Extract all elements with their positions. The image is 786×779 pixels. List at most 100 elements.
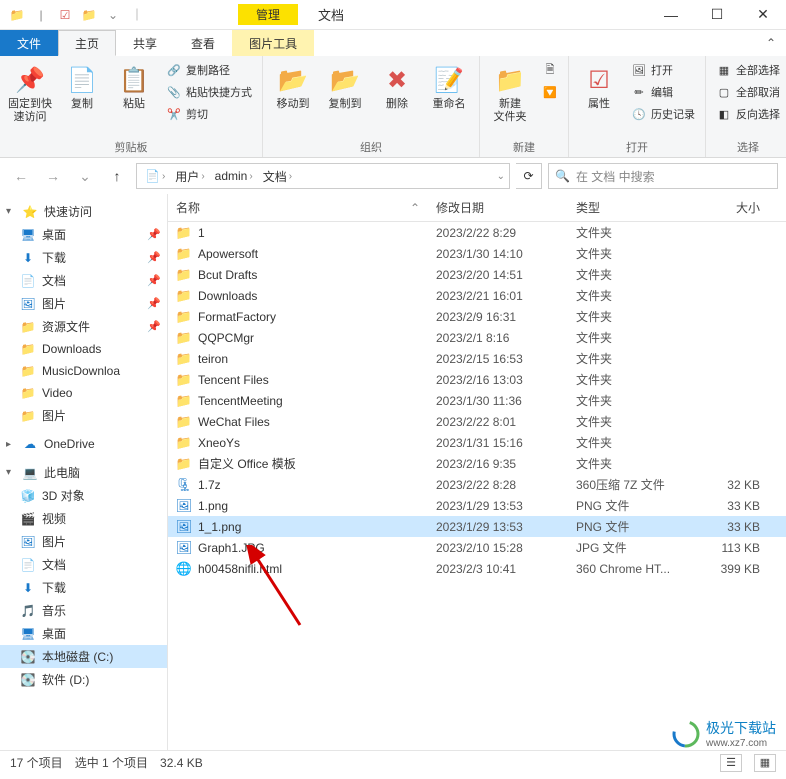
file-row[interactable]: 📁Apowersoft2023/1/30 14:10文件夹 bbox=[168, 243, 786, 264]
file-row[interactable]: 🌐h00458nifli.html2023/2/3 10:41360 Chrom… bbox=[168, 558, 786, 579]
group-label-clipboard: 剪贴板 bbox=[6, 137, 256, 155]
sidebar-downloads[interactable]: ⬇下载📌 bbox=[0, 246, 167, 269]
close-button[interactable]: ✕ bbox=[740, 0, 786, 30]
file-type: 文件夹 bbox=[568, 245, 698, 262]
rename-button[interactable]: 📝 重命名 bbox=[425, 60, 473, 137]
tab-home[interactable]: 主页 bbox=[58, 30, 116, 56]
details-view-button[interactable]: ☰ bbox=[720, 754, 742, 772]
refresh-button[interactable]: ⟳ bbox=[516, 163, 542, 189]
sidebar-pictures[interactable]: 🖼图片📌 bbox=[0, 292, 167, 315]
navigation-pane[interactable]: ▾⭐快速访问 🖥桌面📌 ⬇下载📌 📄文档📌 🖼图片📌 📁资源文件📌 📁Downl… bbox=[0, 194, 168, 750]
pin-to-quick-access-button[interactable]: 📌 固定到快 速访问 bbox=[6, 60, 54, 137]
delete-button[interactable]: ✖ 删除 bbox=[373, 60, 421, 137]
file-row[interactable]: 🖼1_1.png2023/1/29 13:53PNG 文件33 KB bbox=[168, 516, 786, 537]
sidebar-pictures3[interactable]: 🖼图片 bbox=[0, 530, 167, 553]
breadcrumb-item[interactable]: admin › bbox=[211, 169, 257, 183]
icons-view-button[interactable]: ▦ bbox=[754, 754, 776, 772]
sidebar-downloads2[interactable]: 📁Downloads bbox=[0, 338, 167, 360]
sidebar-3d-objects[interactable]: 🧊3D 对象 bbox=[0, 484, 167, 507]
edit-icon: ✏ bbox=[631, 84, 647, 100]
forward-button[interactable]: → bbox=[40, 163, 66, 189]
tab-share[interactable]: 共享 bbox=[116, 30, 174, 56]
sidebar-desktop2[interactable]: 🖥桌面 bbox=[0, 622, 167, 645]
minimize-button[interactable]: — bbox=[648, 0, 694, 30]
folder-icon[interactable]: 📁 bbox=[6, 4, 28, 26]
file-date: 2023/2/16 13:03 bbox=[428, 373, 568, 387]
copy-button[interactable]: 📄 复制 bbox=[58, 60, 106, 137]
file-row[interactable]: 📁QQPCMgr2023/2/1 8:16文件夹 bbox=[168, 327, 786, 348]
breadcrumb-root-icon[interactable]: 📄 › bbox=[141, 169, 169, 183]
tab-view[interactable]: 查看 bbox=[174, 30, 232, 56]
file-row[interactable]: 📁Downloads2023/2/21 16:01文件夹 bbox=[168, 285, 786, 306]
breadcrumb-dropdown-icon[interactable]: ⌄ bbox=[497, 171, 505, 182]
file-rows[interactable]: 📁12023/2/22 8:29文件夹📁Apowersoft2023/1/30 … bbox=[168, 222, 786, 750]
sidebar-videos[interactable]: 🎬视频 bbox=[0, 507, 167, 530]
file-row[interactable]: 🖼Graph1.JPG2023/2/10 15:28JPG 文件113 KB bbox=[168, 537, 786, 558]
sidebar-disk-c[interactable]: 💽本地磁盘 (C:) bbox=[0, 645, 167, 668]
sidebar-onedrive[interactable]: ▸☁OneDrive bbox=[0, 433, 167, 455]
maximize-button[interactable]: ☐ bbox=[694, 0, 740, 30]
column-date[interactable]: 修改日期 bbox=[428, 199, 568, 216]
file-row[interactable]: 📁TencentMeeting2023/1/30 11:36文件夹 bbox=[168, 390, 786, 411]
sidebar-music-downloads[interactable]: 📁MusicDownloa bbox=[0, 360, 167, 382]
sidebar-video[interactable]: 📁Video bbox=[0, 382, 167, 404]
invert-selection-button[interactable]: ◧反向选择 bbox=[712, 104, 784, 124]
history-button[interactable]: 🕓历史记录 bbox=[627, 104, 699, 124]
properties-button[interactable]: ☑ 属性 bbox=[575, 60, 623, 137]
sidebar-music[interactable]: 🎵音乐 bbox=[0, 599, 167, 622]
search-input[interactable]: 🔍 在 文档 中搜索 bbox=[548, 163, 778, 189]
column-size[interactable]: 大小 bbox=[698, 199, 768, 216]
sidebar-downloads3[interactable]: ⬇下载 bbox=[0, 576, 167, 599]
sidebar-documents[interactable]: 📄文档📌 bbox=[0, 269, 167, 292]
copy-path-button[interactable]: 🔗复制路径 bbox=[162, 60, 256, 80]
tab-file[interactable]: 文件 bbox=[0, 30, 58, 56]
back-button[interactable]: ← bbox=[8, 163, 34, 189]
new-item-button[interactable]: 🗎 bbox=[538, 60, 562, 80]
select-none-button[interactable]: ▢全部取消 bbox=[712, 82, 784, 102]
breadcrumb[interactable]: 📄 › 用户 › admin › 文档 › ⌄ bbox=[136, 163, 510, 189]
qat-dropdown-icon[interactable]: ⌄ bbox=[102, 4, 124, 26]
file-type-icon: 📁 bbox=[176, 330, 192, 346]
file-row[interactable]: 📁自定义 Office 模板2023/2/16 9:35文件夹 bbox=[168, 453, 786, 474]
easy-access-button[interactable]: 🔽 bbox=[538, 82, 562, 102]
sidebar-pictures2[interactable]: 📁图片 bbox=[0, 404, 167, 427]
file-row[interactable]: 📁FormatFactory2023/2/9 16:31文件夹 bbox=[168, 306, 786, 327]
file-row[interactable]: 📁12023/2/22 8:29文件夹 bbox=[168, 222, 786, 243]
select-all-button[interactable]: ▦全部选择 bbox=[712, 60, 784, 80]
paste-shortcut-button[interactable]: 📎粘贴快捷方式 bbox=[162, 82, 256, 102]
file-row[interactable]: 📁Bcut Drafts2023/2/20 14:51文件夹 bbox=[168, 264, 786, 285]
sidebar-this-pc[interactable]: ▾💻此电脑 bbox=[0, 461, 167, 484]
sidebar-documents2[interactable]: 📄文档 bbox=[0, 553, 167, 576]
paste-button[interactable]: 📋 粘贴 bbox=[110, 60, 158, 137]
open-button[interactable]: 🖼打开 bbox=[627, 60, 699, 80]
picture-icon: 🖼 bbox=[20, 534, 36, 550]
breadcrumb-item[interactable]: 用户 › bbox=[171, 168, 208, 185]
column-name[interactable]: 名称 ⌃ bbox=[168, 199, 428, 216]
column-type[interactable]: 类型 bbox=[568, 199, 698, 216]
folder-qat-icon[interactable]: 📁 bbox=[78, 4, 100, 26]
properties-qat-icon[interactable]: ☑ bbox=[54, 4, 76, 26]
qat-overflow-icon[interactable]: ｜ bbox=[126, 4, 148, 26]
new-folder-button[interactable]: 📁 新建 文件夹 bbox=[486, 60, 534, 137]
breadcrumb-item[interactable]: 文档 › bbox=[259, 168, 296, 185]
sidebar-disk-d[interactable]: 💽软件 (D:) bbox=[0, 668, 167, 691]
file-row[interactable]: 📁Tencent Files2023/2/16 13:03文件夹 bbox=[168, 369, 786, 390]
move-to-button[interactable]: 📂 移动到 bbox=[269, 60, 317, 137]
item-count: 17 个项目 bbox=[10, 754, 63, 771]
up-button[interactable]: ↑ bbox=[104, 163, 130, 189]
ribbon-collapse-icon[interactable]: ⌃ bbox=[756, 30, 786, 56]
edit-button[interactable]: ✏编辑 bbox=[627, 82, 699, 102]
file-row[interactable]: 🖼1.png2023/1/29 13:53PNG 文件33 KB bbox=[168, 495, 786, 516]
file-row[interactable]: 📁XneoYs2023/1/31 15:16文件夹 bbox=[168, 432, 786, 453]
cut-button[interactable]: ✂️剪切 bbox=[162, 104, 256, 124]
recent-dropdown-icon[interactable]: ⌄ bbox=[72, 163, 98, 189]
sidebar-quick-access[interactable]: ▾⭐快速访问 bbox=[0, 200, 167, 223]
file-row[interactable]: 🗜1.7z2023/2/22 8:28360压缩 7Z 文件32 KB bbox=[168, 474, 786, 495]
tab-picture-tools[interactable]: 图片工具 bbox=[232, 30, 314, 56]
file-name: h00458nifli.html bbox=[198, 562, 282, 576]
file-row[interactable]: 📁teiron2023/2/15 16:53文件夹 bbox=[168, 348, 786, 369]
copy-to-button[interactable]: 📂 复制到 bbox=[321, 60, 369, 137]
file-row[interactable]: 📁WeChat Files2023/2/22 8:01文件夹 bbox=[168, 411, 786, 432]
sidebar-desktop[interactable]: 🖥桌面📌 bbox=[0, 223, 167, 246]
sidebar-resources[interactable]: 📁资源文件📌 bbox=[0, 315, 167, 338]
